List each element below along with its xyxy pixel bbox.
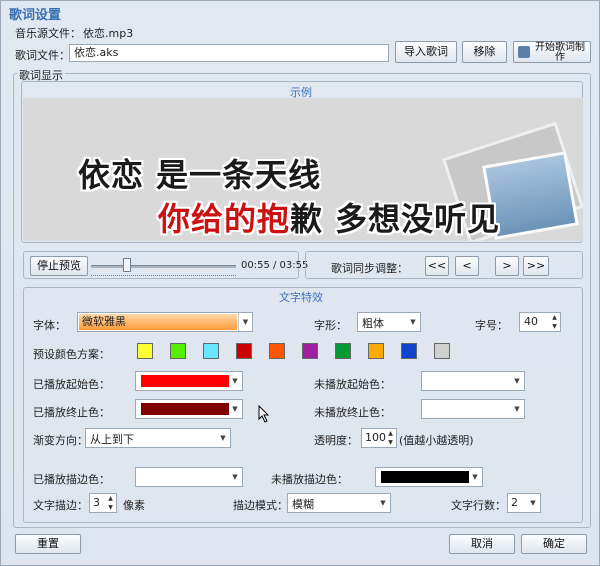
unplayed-end-label: 未播放终止色： (314, 406, 391, 419)
gradient-select[interactable]: 从上到下 ▼ (85, 428, 231, 448)
stroke-unit: 像素 (123, 499, 145, 512)
preset-color-swatch[interactable] (401, 343, 417, 359)
preset-color-swatch[interactable] (137, 343, 153, 359)
style-label: 字形： (314, 319, 347, 332)
preset-color-swatch[interactable] (236, 343, 252, 359)
style-select[interactable]: 粗体 ▼ (357, 312, 421, 332)
stroke-value: 3 (93, 496, 100, 509)
sync-label: 歌词同步调整： (331, 262, 408, 275)
chevron-down-icon: ▼ (232, 377, 238, 385)
remove-button[interactable]: 移除 (462, 41, 507, 63)
progress-ticks (91, 273, 236, 276)
chevron-down-icon: ▼ (380, 499, 386, 507)
start-lyric-make-label: 开始歌词制作 (535, 42, 585, 63)
lyric-line-2-played: 你给的抱 (158, 200, 291, 238)
preset-label: 预设颜色方案： (33, 348, 110, 361)
played-start-color (141, 375, 229, 387)
chevron-down-icon: ▼ (514, 377, 520, 385)
played-stroke-label: 已播放描边色： (33, 473, 110, 486)
gradient-value: 从上到下 (90, 433, 134, 446)
size-value: 40 (524, 315, 538, 328)
spinner-arrows-icon[interactable]: ▲ ▼ (105, 494, 116, 512)
sync-back-button[interactable]: < (455, 256, 479, 276)
stroke-label: 文字描边： (33, 499, 88, 512)
chevron-down-icon: ▼ (238, 313, 252, 331)
unplayed-stroke-color-select[interactable]: ▼ (375, 467, 483, 487)
played-end-color (141, 403, 229, 415)
unplayed-stroke-label: 未播放描边色： (271, 473, 348, 486)
window-title: 歌词设置 (9, 8, 62, 23)
stroke-mode-select[interactable]: 模糊 ▼ (287, 493, 391, 513)
ok-button[interactable]: 确定 (521, 534, 587, 554)
played-end-color-select[interactable]: ▼ (135, 399, 243, 419)
opacity-spinner[interactable]: 100 ▲ ▼ (361, 428, 397, 448)
progress-thumb[interactable] (122, 258, 131, 272)
unplayed-start-label: 未播放起始色： (314, 378, 391, 391)
chevron-down-icon: ▼ (514, 405, 520, 413)
time-display: 00:55 / 03:55 (241, 260, 309, 271)
lines-select[interactable]: 2 ▼ (507, 493, 541, 513)
sync-forward-button[interactable]: > (495, 256, 519, 276)
sync-back-fast-button[interactable]: << (425, 256, 449, 276)
preset-color-swatch[interactable] (434, 343, 450, 359)
played-start-label: 已播放起始色： (33, 378, 110, 391)
size-label: 字号： (475, 319, 508, 332)
spinner-arrows-icon[interactable]: ▲ ▼ (549, 313, 560, 331)
lyricfile-input[interactable]: 依恋.aks (69, 44, 389, 62)
source-file: 依恋.mp3 (83, 27, 134, 40)
progress-track[interactable] (91, 265, 236, 268)
chevron-down-icon: ▼ (410, 318, 416, 326)
cancel-button[interactable]: 取消 (449, 534, 515, 554)
chevron-down-icon: ▼ (232, 405, 238, 413)
opacity-value: 100 (365, 431, 386, 444)
preset-color-swatch[interactable] (368, 343, 384, 359)
unplayed-start-color-select[interactable]: ▼ (421, 371, 525, 391)
stroke-mode-label: 描边模式： (233, 499, 288, 512)
unplayed-stroke-color (381, 471, 469, 483)
played-stroke-color-select[interactable]: ▼ (135, 467, 243, 487)
start-lyric-make-button[interactable]: 开始歌词制作 (513, 41, 591, 63)
font-value: 微软雅黑 (79, 314, 237, 330)
stop-preview-button[interactable]: 停止预览 (30, 256, 88, 276)
chevron-down-icon: ▼ (220, 434, 226, 442)
lyric-line-2: 你给的抱歉 多想没听见 (158, 194, 500, 240)
lyric-line-2-unplayed: 歉 多想没听见 (290, 200, 501, 238)
reset-button[interactable]: 重置 (15, 534, 81, 554)
import-lyrics-button[interactable]: 导入歌词 (395, 41, 457, 63)
chevron-down-icon: ▼ (232, 473, 238, 481)
lines-label: 文字行数： (451, 499, 506, 512)
spinner-arrows-icon[interactable]: ▲ ▼ (385, 429, 396, 447)
lyric-make-icon (518, 46, 530, 58)
opacity-label: 透明度： (314, 434, 358, 447)
preset-color-swatch[interactable] (335, 343, 351, 359)
size-spinner[interactable]: 40 ▲ ▼ (519, 312, 561, 332)
source-label: 音乐源文件： (15, 27, 81, 40)
preset-color-swatch[interactable] (302, 343, 318, 359)
lyrics-settings-window: 歌词设置 音乐源文件： 依恋.mp3 歌词文件： 依恋.aks 导入歌词 移除 … (0, 0, 600, 566)
preset-color-swatch[interactable] (170, 343, 186, 359)
style-value: 粗体 (362, 317, 384, 330)
chevron-down-icon: ▼ (530, 499, 536, 507)
lyric-preview: 依恋 是一条天线 你给的抱歉 多想没听见 (23, 98, 583, 241)
played-start-color-select[interactable]: ▼ (135, 371, 243, 391)
unplayed-end-color-select[interactable]: ▼ (421, 399, 525, 419)
cursor-arrow-icon (258, 405, 270, 423)
stroke-spinner[interactable]: 3 ▲ ▼ (89, 493, 117, 513)
sync-forward-fast-button[interactable]: >> (523, 256, 549, 276)
lyric-line-1: 依恋 是一条天线 (78, 156, 322, 194)
font-select[interactable]: 微软雅黑 ▼ (77, 312, 253, 332)
opacity-hint: (值越小越透明) (399, 434, 474, 447)
gradient-label: 渐变方向： (33, 434, 88, 447)
lines-value: 2 (511, 496, 518, 509)
text-effects-title: 文字特效 (279, 291, 323, 304)
lyricfile-label: 歌词文件： (15, 49, 70, 62)
chevron-down-icon: ▼ (472, 473, 478, 481)
font-label: 字体： (33, 319, 66, 332)
preset-color-swatch[interactable] (269, 343, 285, 359)
stroke-mode-value: 模糊 (292, 498, 314, 511)
played-end-label: 已播放终止色： (33, 406, 110, 419)
preset-color-swatch[interactable] (203, 343, 219, 359)
